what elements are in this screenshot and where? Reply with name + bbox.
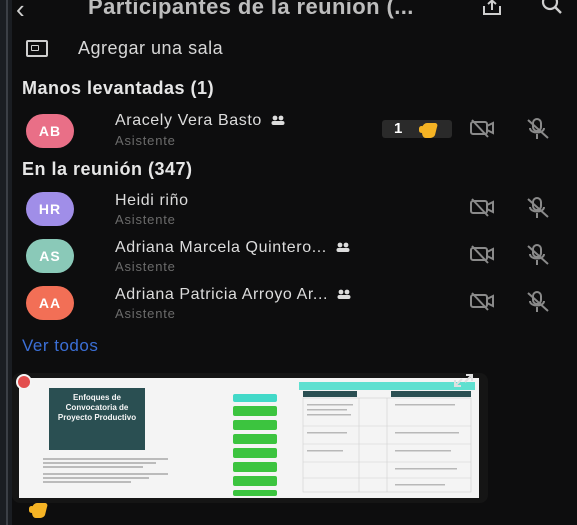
slide-body-text xyxy=(43,456,168,492)
room-icon xyxy=(26,40,48,57)
attendee-icon xyxy=(336,242,350,252)
camera-off-icon xyxy=(470,292,494,311)
presentation-slide: Enfoques de Convocatoria de Proyecto Pro… xyxy=(19,378,479,498)
raised-hand-badge[interactable]: 1 xyxy=(382,120,452,138)
back-arrow-icon[interactable]: ‹ xyxy=(16,0,25,25)
mic-off-icon xyxy=(527,118,549,139)
camera-off-icon xyxy=(470,119,494,138)
left-frame-accent xyxy=(6,0,8,525)
participant-role: Asistente xyxy=(115,212,176,227)
participant-name: Adriana Patricia Arroyo Ar... xyxy=(115,286,351,304)
in-meeting-heading: En la reunión (347) xyxy=(22,159,193,179)
add-room-row[interactable]: Agregar una sala xyxy=(12,33,577,65)
raised-hands-heading: Manos levantadas (1) xyxy=(22,78,215,98)
avatar: HR xyxy=(26,192,74,226)
page-title: Participantes de la reunion (... xyxy=(88,0,414,19)
participant-role: Asistente xyxy=(115,133,176,148)
shared-screen-preview[interactable]: Enfoques de Convocatoria de Proyecto Pro… xyxy=(12,373,488,503)
slide-table xyxy=(299,382,475,493)
expand-icon[interactable] xyxy=(452,373,474,389)
participant-name: Aracely Vera Basto xyxy=(115,112,285,130)
mic-off-icon xyxy=(527,291,549,312)
hand-count: 1 xyxy=(394,120,403,137)
recording-indicator xyxy=(16,374,32,390)
raised-hand-icon xyxy=(419,123,438,138)
camera-off-icon xyxy=(470,245,494,264)
attendee-icon xyxy=(337,289,351,299)
slide-title: Enfoques de Convocatoria de Proyecto Pro… xyxy=(57,393,137,422)
slide-title-box: Enfoques de Convocatoria de Proyecto Pro… xyxy=(49,388,145,450)
mic-off-icon xyxy=(527,244,549,265)
avatar: AB xyxy=(26,114,74,148)
avatar: AS xyxy=(26,239,74,273)
participant-name: Adriana Marcela Quintero... xyxy=(115,239,350,257)
participant-name: Heidi riño xyxy=(115,192,189,209)
raise-hand-icon[interactable] xyxy=(28,500,50,518)
avatar: AA xyxy=(26,286,74,320)
share-icon[interactable] xyxy=(482,0,502,16)
participant-role: Asistente xyxy=(115,306,176,321)
camera-off-icon xyxy=(470,198,494,217)
mic-off-icon xyxy=(527,197,549,218)
participant-role: Asistente xyxy=(115,259,176,274)
see-all-link[interactable]: Ver todos xyxy=(22,336,98,356)
top-bar: ‹ Participantes de la reunion (... xyxy=(12,0,577,28)
attendee-icon xyxy=(271,115,285,125)
search-icon[interactable] xyxy=(540,0,564,16)
add-room-label: Agregar una sala xyxy=(78,38,224,58)
